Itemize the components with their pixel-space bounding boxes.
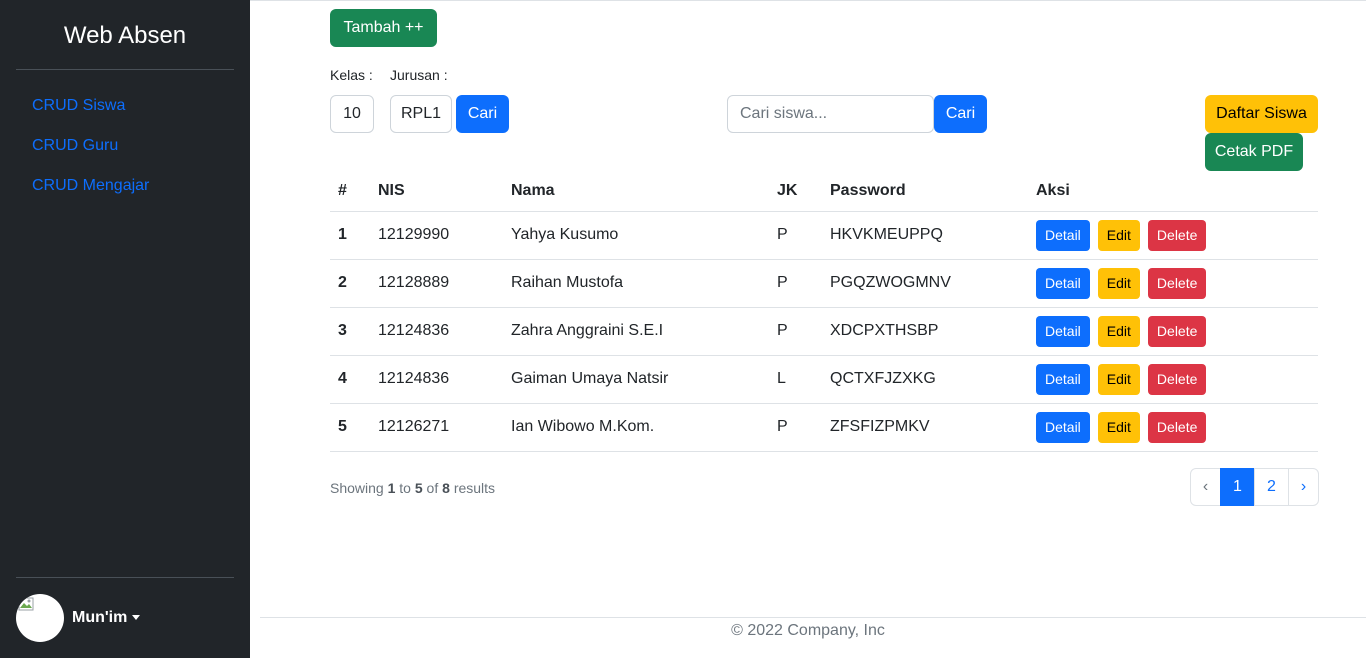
row-number: 2 bbox=[330, 259, 370, 308]
detail-button[interactable]: Detail bbox=[1036, 267, 1090, 299]
table-row: 3 12124836 Zahra Anggraini S.E.I P XDCPX… bbox=[330, 307, 1318, 356]
results-summary: Showing 1 to 5 of 8 results bbox=[330, 480, 495, 496]
results-total: 8 bbox=[442, 480, 450, 496]
row-number: 3 bbox=[330, 307, 370, 356]
row-nis: 12129990 bbox=[370, 211, 503, 260]
row-number: 5 bbox=[330, 403, 370, 452]
students-table: # NIS Nama JK Password Aksi 1 12129990 Y… bbox=[330, 171, 1318, 452]
edit-button[interactable]: Edit bbox=[1097, 219, 1140, 251]
row-actions: Detail Edit Delete bbox=[1028, 355, 1318, 404]
column-header-nama: Nama bbox=[503, 171, 769, 212]
detail-button[interactable]: Detail bbox=[1036, 219, 1090, 251]
search-button[interactable]: Cari bbox=[934, 95, 987, 133]
column-header-aksi: Aksi bbox=[1028, 171, 1318, 212]
daftar-siswa-button[interactable]: Daftar Siswa bbox=[1205, 95, 1318, 133]
kelas-label: Kelas : bbox=[330, 67, 373, 83]
delete-button[interactable]: Delete bbox=[1147, 411, 1207, 443]
table-row: 4 12124836 Gaiman Umaya Natsir L QCTXFJZ… bbox=[330, 355, 1318, 404]
column-header-password: Password bbox=[822, 171, 1028, 212]
delete-button[interactable]: Delete bbox=[1147, 219, 1207, 251]
row-number: 4 bbox=[330, 355, 370, 404]
row-actions: Detail Edit Delete bbox=[1028, 211, 1318, 260]
edit-button[interactable]: Edit bbox=[1097, 315, 1140, 347]
row-actions: Detail Edit Delete bbox=[1028, 403, 1318, 452]
results-from: 1 bbox=[387, 480, 396, 496]
top-border bbox=[250, 0, 1366, 1]
caret-down-icon bbox=[132, 615, 141, 621]
row-password: XDCPXTHSBP bbox=[822, 307, 1028, 356]
results-word: results bbox=[453, 480, 496, 496]
row-nis: 12126271 bbox=[370, 403, 503, 452]
jurusan-field[interactable]: RPL1 bbox=[390, 95, 452, 133]
delete-button[interactable]: Delete bbox=[1147, 315, 1207, 347]
row-password: ZFSFIZPMKV bbox=[822, 403, 1028, 452]
row-nis: 12124836 bbox=[370, 355, 503, 404]
row-jk: L bbox=[769, 355, 822, 404]
row-nama: Raihan Mustofa bbox=[503, 259, 769, 308]
row-nis: 12124836 bbox=[370, 307, 503, 356]
detail-button[interactable]: Detail bbox=[1036, 315, 1090, 347]
footer-divider bbox=[260, 617, 1366, 618]
delete-button[interactable]: Delete bbox=[1147, 267, 1207, 299]
table-row: 5 12126271 Ian Wibowo M.Kom. P ZFSFIZPMK… bbox=[330, 403, 1318, 452]
row-nama: Gaiman Umaya Natsir bbox=[503, 355, 769, 404]
filter-button[interactable]: Cari bbox=[456, 95, 509, 133]
table-header-row: # NIS Nama JK Password Aksi bbox=[330, 171, 1318, 212]
search-input[interactable]: Cari siswa... bbox=[727, 95, 934, 133]
footer-text: © 2022 Company, Inc bbox=[731, 622, 885, 639]
row-number: 1 bbox=[330, 211, 370, 260]
page-2-button[interactable]: 2 bbox=[1254, 468, 1289, 506]
sidebar-divider-bottom bbox=[16, 577, 234, 578]
column-header-no: # bbox=[330, 171, 370, 212]
edit-button[interactable]: Edit bbox=[1097, 267, 1140, 299]
row-nis: 12128889 bbox=[370, 259, 503, 308]
page-1-button[interactable]: 1 bbox=[1220, 468, 1255, 506]
avatar[interactable] bbox=[16, 594, 64, 642]
to-word: to bbox=[399, 480, 411, 496]
next-page-button[interactable]: › bbox=[1288, 468, 1319, 506]
row-password: QCTXFJZXKG bbox=[822, 355, 1028, 404]
jurusan-label: Jurusan : bbox=[390, 67, 448, 83]
cetak-pdf-button[interactable]: Cetak PDF bbox=[1205, 133, 1303, 171]
brand-title: Web Absen bbox=[63, 22, 187, 49]
delete-button[interactable]: Delete bbox=[1147, 363, 1207, 395]
row-jk: P bbox=[769, 307, 822, 356]
edit-button[interactable]: Edit bbox=[1097, 363, 1140, 395]
row-jk: P bbox=[769, 403, 822, 452]
row-password: HKVKMEUPPQ bbox=[822, 211, 1028, 260]
broken-image-icon bbox=[18, 597, 34, 611]
pagination: ‹ 1 2 › bbox=[1190, 468, 1319, 506]
sidebar-item-crud-guru[interactable]: CRUD Guru bbox=[32, 137, 118, 155]
row-nama: Zahra Anggraini S.E.I bbox=[503, 307, 769, 356]
add-button[interactable]: Tambah ++ bbox=[330, 9, 437, 47]
detail-button[interactable]: Detail bbox=[1036, 363, 1090, 395]
column-header-jk: JK bbox=[769, 171, 822, 212]
row-password: PGQZWOGMNV bbox=[822, 259, 1028, 308]
row-nama: Ian Wibowo M.Kom. bbox=[503, 403, 769, 452]
detail-button[interactable]: Detail bbox=[1036, 411, 1090, 443]
column-header-nis: NIS bbox=[370, 171, 503, 212]
edit-button[interactable]: Edit bbox=[1097, 411, 1140, 443]
sidebar-item-crud-mengajar[interactable]: CRUD Mengajar bbox=[32, 177, 149, 195]
row-jk: P bbox=[769, 211, 822, 260]
row-actions: Detail Edit Delete bbox=[1028, 307, 1318, 356]
sidebar-item-crud-siswa[interactable]: CRUD Siswa bbox=[32, 97, 125, 115]
prev-page-button[interactable]: ‹ bbox=[1190, 468, 1221, 506]
sidebar: Web Absen CRUD Siswa CRUD Guru CRUD Meng… bbox=[0, 0, 250, 658]
of-word: of bbox=[426, 480, 439, 496]
kelas-field[interactable]: 10 bbox=[330, 95, 374, 133]
showing-prefix: Showing bbox=[330, 480, 384, 496]
user-menu[interactable]: Mun'im bbox=[72, 609, 141, 627]
row-actions: Detail Edit Delete bbox=[1028, 259, 1318, 308]
table-row: 1 12129990 Yahya Kusumo P HKVKMEUPPQ Det… bbox=[330, 211, 1318, 260]
row-nama: Yahya Kusumo bbox=[503, 211, 769, 260]
user-name: Mun'im bbox=[72, 609, 128, 626]
table-row: 2 12128889 Raihan Mustofa P PGQZWOGMNV D… bbox=[330, 259, 1318, 308]
sidebar-divider bbox=[16, 69, 234, 70]
row-jk: P bbox=[769, 259, 822, 308]
results-to: 5 bbox=[414, 480, 423, 496]
